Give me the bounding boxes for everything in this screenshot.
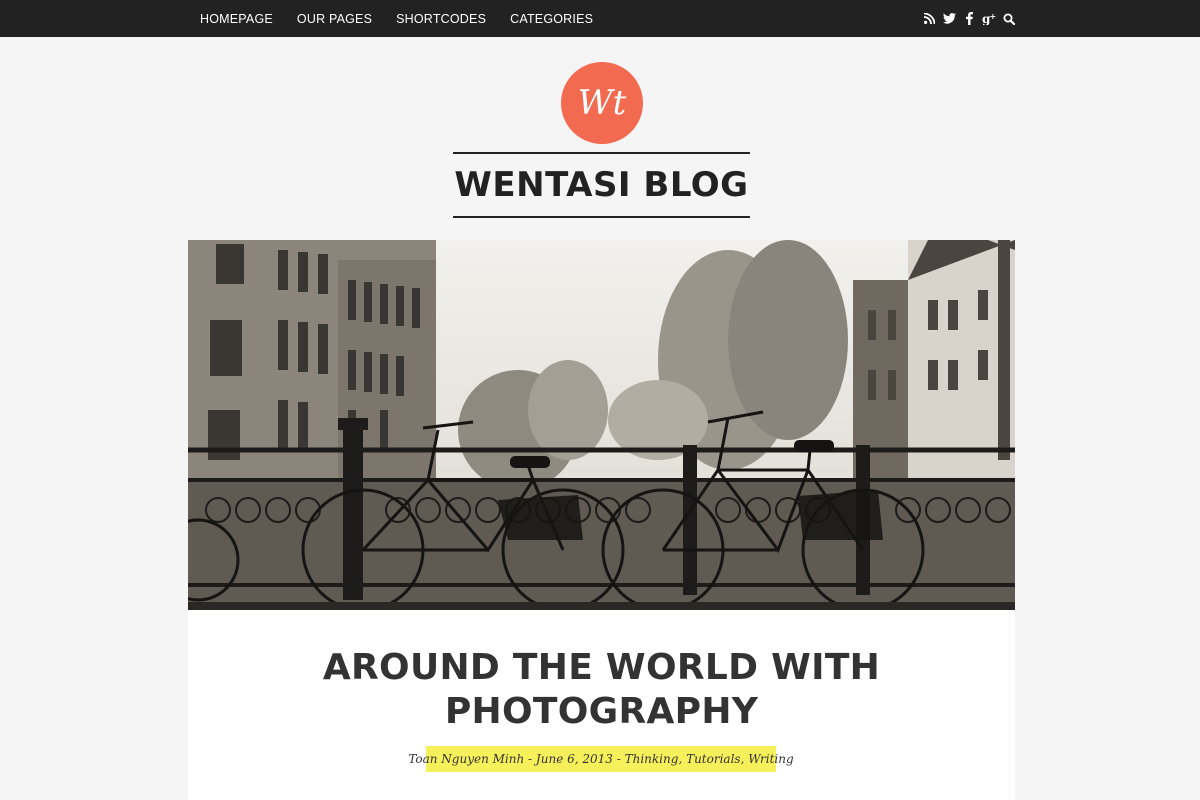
post-category[interactable]: Tutorials bbox=[686, 752, 741, 766]
svg-text:+: + bbox=[990, 12, 997, 21]
logo-monogram: Wt bbox=[577, 83, 627, 123]
twitter-icon[interactable] bbox=[942, 12, 956, 26]
category-separator: , bbox=[740, 752, 749, 766]
nav-item-our-pages[interactable]: OUR PAGES bbox=[297, 12, 372, 26]
post-category[interactable]: Writing bbox=[748, 752, 793, 766]
top-navigation-bar: HOMEPAGE OUR PAGES SHORTCODES CATEGORIES… bbox=[0, 0, 1200, 37]
search-icon[interactable] bbox=[1002, 12, 1016, 26]
post-title[interactable]: AROUND THE WORLD WITH PHOTOGRAPHY bbox=[188, 646, 1015, 734]
main-menu: HOMEPAGE OUR PAGES SHORTCODES CATEGORIES bbox=[200, 0, 617, 37]
site-title[interactable]: WENTASI BLOG bbox=[454, 165, 748, 205]
category-separator: , bbox=[678, 752, 687, 766]
rss-icon[interactable] bbox=[922, 12, 936, 26]
featured-image[interactable] bbox=[188, 240, 1015, 610]
post-date[interactable]: June 6, 2013 bbox=[536, 752, 613, 766]
meta-separator: - bbox=[524, 752, 536, 766]
site-title-block: WENTASI BLOG bbox=[453, 152, 750, 218]
post-author[interactable]: Toan Nguyen Minh bbox=[408, 752, 524, 766]
site-logo[interactable]: Wt bbox=[561, 62, 643, 144]
bicycles-canal-photo bbox=[188, 240, 1015, 610]
meta-separator: - bbox=[612, 752, 625, 766]
post-category[interactable]: Thinking bbox=[625, 752, 679, 766]
post-title-line-1: AROUND THE WORLD WITH bbox=[322, 647, 881, 688]
facebook-icon[interactable] bbox=[962, 12, 976, 26]
nav-item-homepage[interactable]: HOMEPAGE bbox=[200, 12, 273, 26]
social-links: g + bbox=[922, 0, 1016, 37]
nav-item-shortcodes[interactable]: SHORTCODES bbox=[396, 12, 486, 26]
post-meta: Toan Nguyen Minh - June 6, 2013 - Thinki… bbox=[408, 746, 794, 772]
post-card: AROUND THE WORLD WITH PHOTOGRAPHY Toan N… bbox=[188, 610, 1015, 800]
google-plus-icon[interactable]: g + bbox=[982, 12, 996, 26]
post-title-line-2: PHOTOGRAPHY bbox=[444, 691, 759, 732]
nav-item-categories[interactable]: CATEGORIES bbox=[510, 12, 593, 26]
